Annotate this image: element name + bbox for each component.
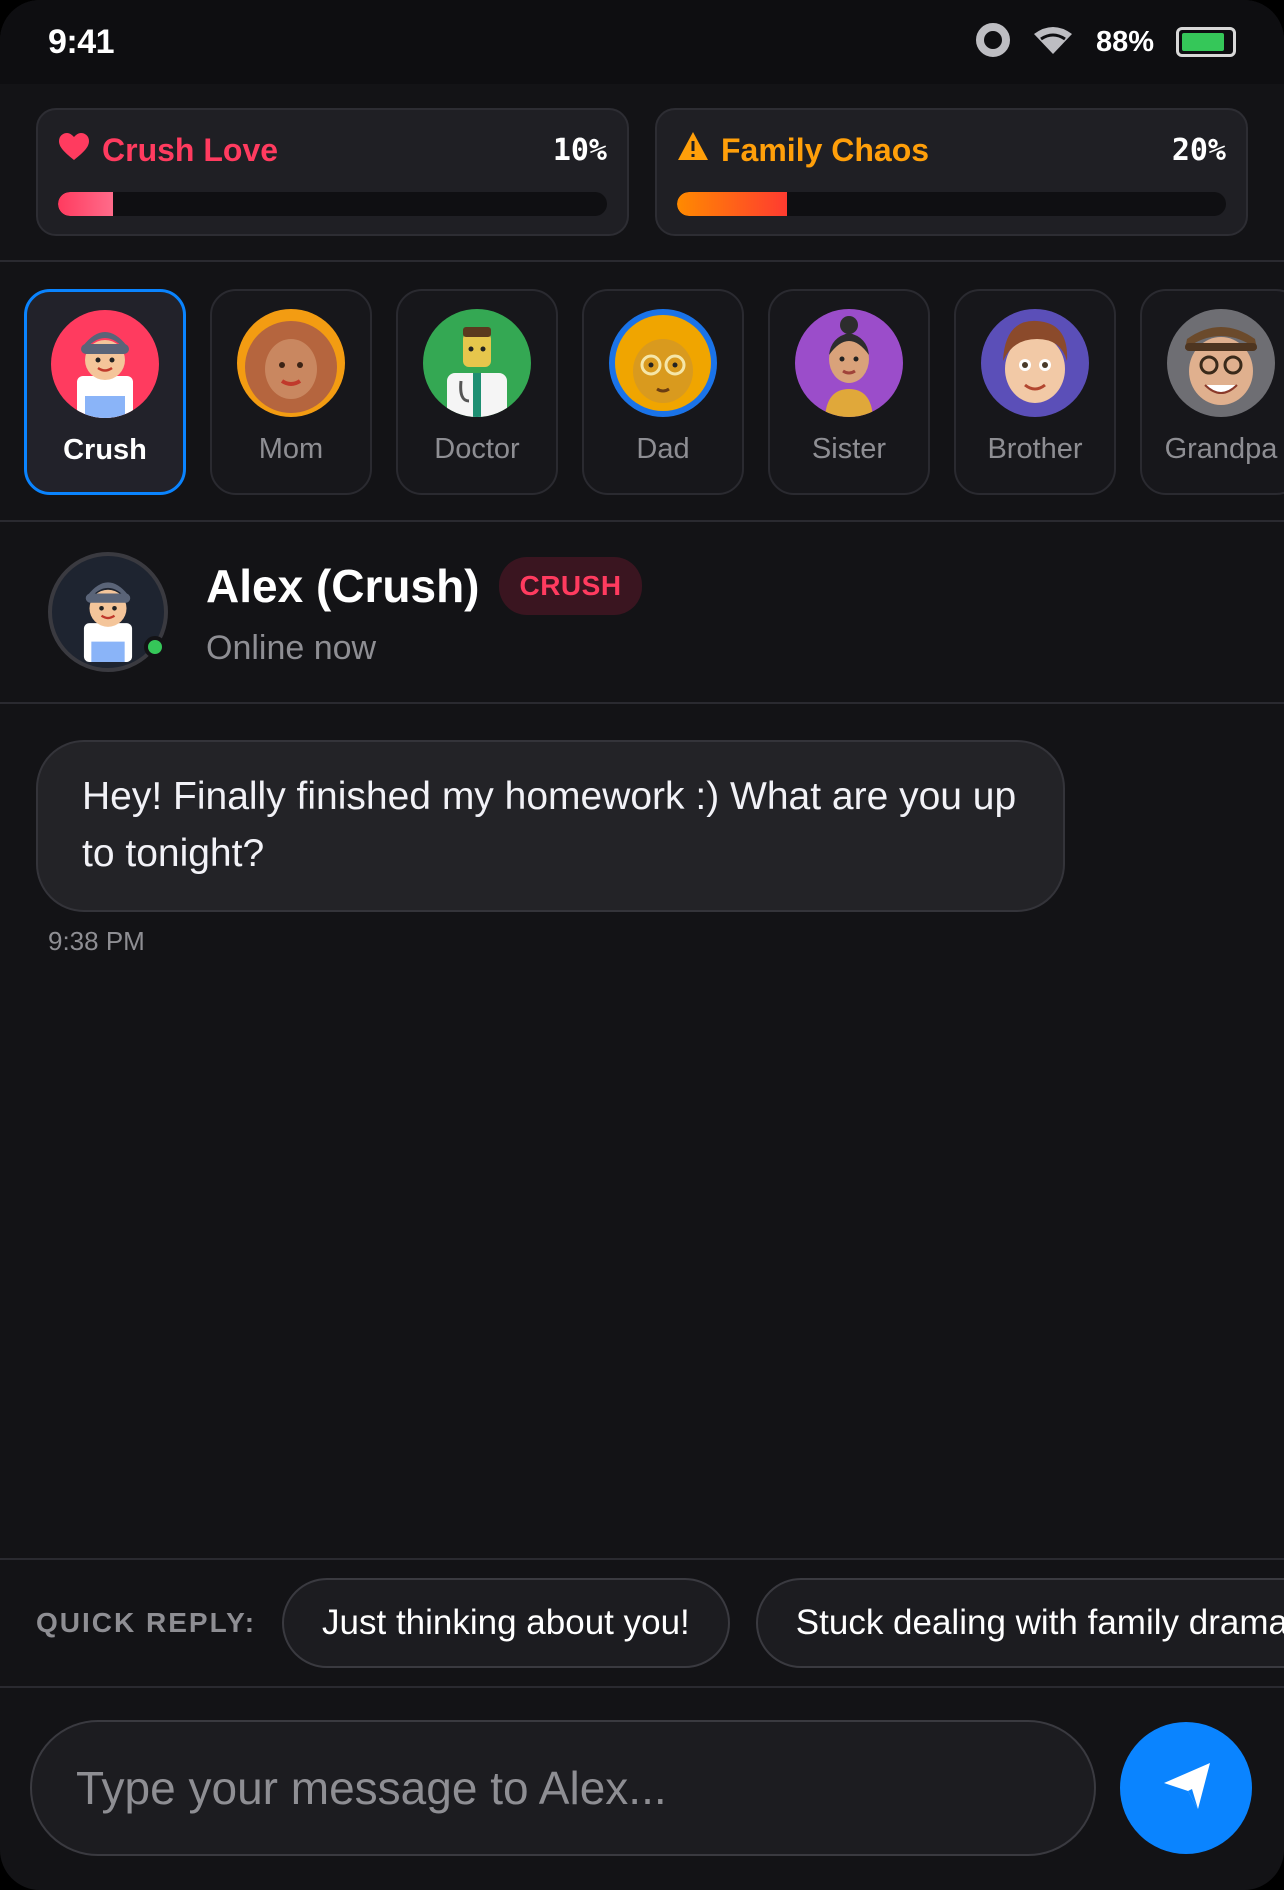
battery-level [1182,33,1225,51]
contact-name: Brother [987,433,1083,465]
quick-reply-label: QUICK REPLY: [36,1607,257,1638]
family-chaos-fill [677,192,787,216]
contact-selector: Crush Mom Doctor Dad Sister Brother Gran… [0,262,1284,522]
location-icon [975,22,1010,62]
doctor-avatar-icon [423,309,531,417]
contact-name: Grandpa [1164,433,1278,465]
incoming-message: Hey! Finally finished my homework :) Wha… [36,740,1065,912]
crush-love-label: Crush Love [58,132,278,169]
contact-name: Doctor [434,433,520,465]
message-list: Hey! Finally finished my homework :) Wha… [0,704,1284,1558]
online-indicator [144,636,166,658]
status-indicators: 88% [975,22,1236,62]
family-chaos-meter: Family Chaos 20% [655,108,1248,236]
contact-dad[interactable]: Dad [582,289,744,495]
contact-name: Crush [63,434,147,466]
contact-grandpa[interactable]: Grandpa [1140,289,1284,495]
composer [0,1688,1284,1888]
crush-love-track [58,192,607,216]
family-chaos-label: Family Chaos [677,131,929,169]
message-timestamp: 9:38 PM [48,926,145,956]
chat-contact-name: Alex (Crush) [206,559,480,612]
send-icon [1158,1759,1214,1818]
wifi-icon [1032,25,1074,60]
chat-avatar[interactable] [48,552,168,672]
crush-love-fill [58,192,113,216]
quick-reply-bar: QUICK REPLY: Just thinking about you! St… [0,1558,1284,1688]
family-chaos-text: Family Chaos [721,131,930,168]
contact-crush[interactable]: Crush [24,289,186,495]
status-time: 9:41 [48,22,115,61]
warning-icon [677,131,709,169]
chat-header: Alex (Crush) CRUSH Online now [0,522,1284,704]
battery-icon [1176,27,1236,57]
contact-name: Sister [811,433,887,465]
heart-icon [58,132,90,169]
crush-love-meter: Crush Love 10% [36,108,629,236]
crush-love-text: Crush Love [102,131,279,168]
contact-name: Mom [258,433,324,465]
send-button[interactable] [1120,1722,1252,1854]
phone-screen: 9:41 88% Crush Love 10% Family Chaos 20%… [0,0,1284,1890]
dad-avatar-icon [609,309,717,417]
quick-reply-option[interactable]: Stuck dealing with family drama... [755,1578,1284,1668]
battery-percent: 88% [1095,25,1154,58]
contact-name: Dad [636,433,690,465]
sister-avatar-icon [795,309,903,417]
crush-avatar-icon [51,310,159,418]
contact-brother[interactable]: Brother [954,289,1116,495]
grandpa-avatar-icon [1167,309,1275,417]
crush-love-percent: 10% [552,132,607,168]
contact-sister[interactable]: Sister [768,289,930,495]
brother-avatar-icon [981,309,1089,417]
contact-mom[interactable]: Mom [210,289,372,495]
family-chaos-percent: 20% [1171,132,1226,168]
presence-status: Online now [206,628,377,667]
mom-avatar-icon [237,309,345,417]
family-chaos-track [677,192,1226,216]
relationship-badge: CRUSH [499,556,642,615]
contact-doctor[interactable]: Doctor [396,289,558,495]
status-bar: 9:41 88% [0,0,1284,84]
message-input[interactable] [30,1720,1096,1856]
relationship-meters: Crush Love 10% Family Chaos 20% [0,84,1284,262]
quick-reply-option[interactable]: Just thinking about you! [282,1578,730,1668]
chat-header-text: Alex (Crush) CRUSH Online now [206,556,642,668]
